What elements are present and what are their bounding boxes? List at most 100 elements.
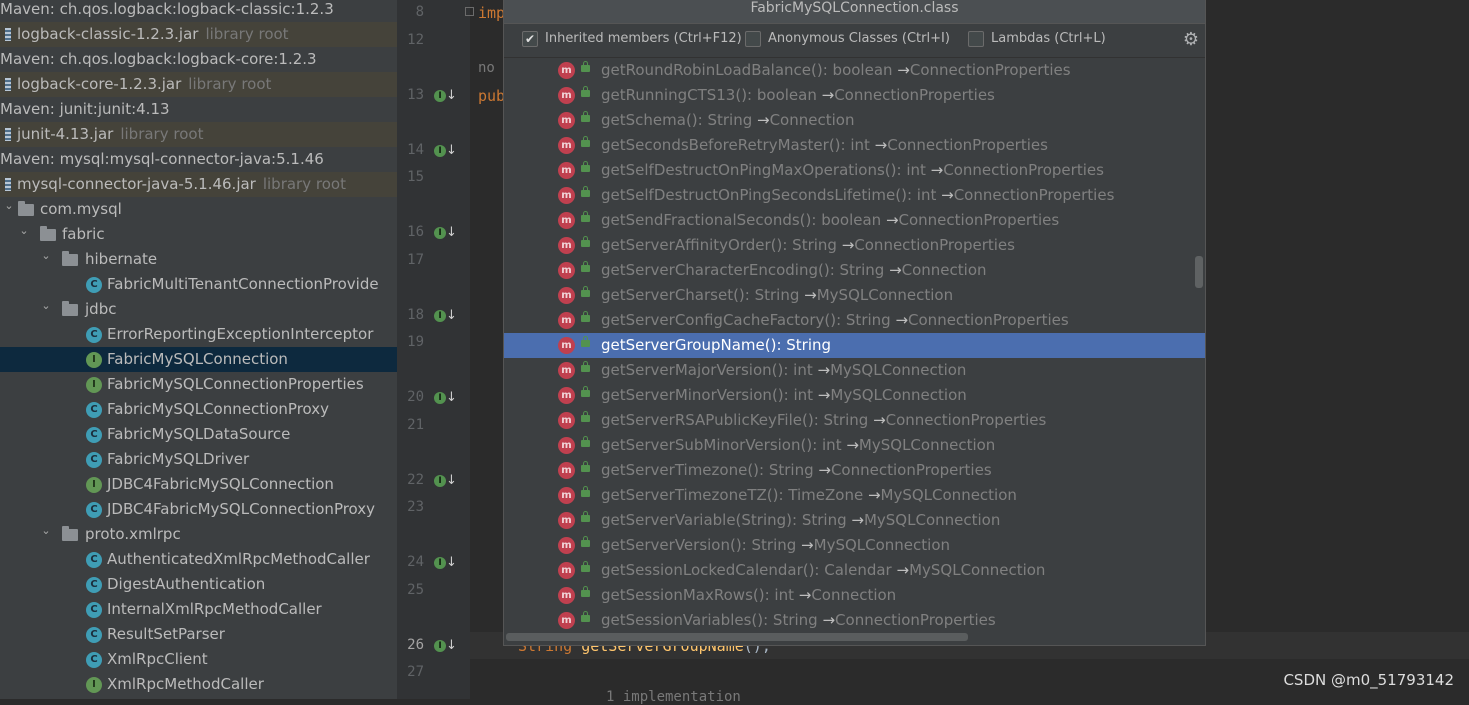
watermark: CSDN @m0_51793142: [1283, 671, 1454, 689]
checkbox-unchecked-icon[interactable]: [745, 30, 761, 47]
tree-item-package[interactable]: ⌄ proto.xmlrpc: [0, 522, 397, 547]
tree-item-library[interactable]: Maven: mysql:mysql-connector-java:5.1.46: [0, 147, 397, 172]
tree-item-class[interactable]: C InternalXmlRpcMethodCaller: [0, 597, 397, 622]
project-tree[interactable]: Maven: ch.qos.logback:logback-classic:1.…: [0, 0, 397, 699]
anonymous-classes-checkbox[interactable]: Anonymous Classes (Ctrl+I): [745, 30, 950, 48]
member-list-item[interactable]: m getServerSubMinorVersion(): int →MySQLC…: [504, 433, 1205, 458]
member-list-item[interactable]: m getServerMajorVersion(): int →MySQLConn…: [504, 358, 1205, 383]
tree-item-class[interactable]: I XmlRpcMethodCaller: [0, 672, 397, 697]
member-list-item[interactable]: m getSendFractionalSeconds(): boolean →Co…: [504, 208, 1205, 233]
member-list-item[interactable]: m getRunningCTS13(): boolean →ConnectionP…: [504, 83, 1205, 108]
member-list-item[interactable]: m getServerVersion(): String →MySQLConnec…: [504, 533, 1205, 558]
arrow-right-icon: →: [799, 286, 817, 304]
member-list[interactable]: m getRoundRobinLoadBalance(): boolean →Co…: [504, 58, 1205, 641]
chevron-down-icon[interactable]: ⌄: [18, 222, 30, 243]
file-structure-popup[interactable]: FabricMySQLConnection.class ✔ Inherited m…: [503, 0, 1206, 646]
member-list-item[interactable]: m getServerCharacterEncoding(): String →C…: [504, 258, 1205, 283]
line-number: 17: [407, 252, 424, 268]
member-list-item[interactable]: m getSelfDestructOnPingSecondsLifetime():…: [504, 183, 1205, 208]
vertical-scrollbar[interactable]: [1195, 256, 1203, 288]
tree-item-jar[interactable]: mysql-connector-java-5.1.46.jar library r…: [0, 172, 397, 197]
implemented-method-icon[interactable]: I ↓: [434, 225, 457, 240]
tree-item-class[interactable]: C ErrorReportingExceptionInterceptor: [0, 322, 397, 347]
member-list-item[interactable]: m getServerTimezoneTZ(): TimeZone →MySQLC…: [504, 483, 1205, 508]
method-icon: m: [558, 562, 575, 579]
implemented-method-icon[interactable]: I ↓: [434, 555, 457, 570]
library-root-hint: library root: [262, 175, 346, 193]
line-number: 24: [407, 554, 424, 570]
tree-item-class[interactable]: C JDBC4FabricMySQLConnectionProxy: [0, 497, 397, 522]
member-text: getSessionVariables(): String →Connectio…: [601, 608, 996, 633]
member-signature: getServerAffinityOrder(): String: [601, 236, 837, 254]
tree-item-class[interactable]: C AuthenticatedXmlRpcMethodCaller: [0, 547, 397, 572]
tree-item-class[interactable]: C ResultSetParser: [0, 622, 397, 647]
tree-item-package[interactable]: ⌄ jdbc: [0, 297, 397, 322]
method-icon: m: [558, 237, 575, 254]
library-root-hint: library root: [205, 25, 289, 43]
tree-item-class[interactable]: C DigestAuthentication: [0, 572, 397, 597]
tree-item-class[interactable]: I FabricMySQLConnection: [0, 347, 397, 372]
tree-item-library[interactable]: Maven: ch.qos.logback:logback-core:1.2.3: [0, 47, 397, 72]
chevron-down-icon[interactable]: ⌄: [3, 197, 15, 218]
checkbox-unchecked-icon[interactable]: [968, 30, 984, 47]
tree-item-jar[interactable]: junit-4.13.jar library root: [0, 122, 397, 147]
lock-icon: [581, 536, 590, 547]
tree-item-label: Maven: mysql:mysql-connector-java:5.1.46: [0, 150, 324, 168]
line-number: 18: [407, 307, 424, 323]
member-list-item[interactable]: m getServerVariable(String): String →MySQ…: [504, 508, 1205, 533]
implemented-method-icon[interactable]: I ↓: [434, 390, 457, 405]
gear-icon[interactable]: ⚙: [1183, 29, 1199, 50]
tree-item-jar[interactable]: logback-classic-1.2.3.jar library root: [0, 22, 397, 47]
implemented-method-icon[interactable]: I ↓: [434, 143, 457, 158]
tree-item-library[interactable]: Maven: ch.qos.logback:logback-classic:1.…: [0, 0, 397, 22]
tree-item-library[interactable]: Maven: junit:junit:4.13: [0, 97, 397, 122]
member-list-item[interactable]: m getSessionMaxRows(): int →Connection: [504, 583, 1205, 608]
member-list-item[interactable]: m getServerGroupName(): String: [504, 333, 1205, 358]
member-signature: getSchema(): String: [601, 111, 753, 129]
library-root-hint: library root: [188, 75, 272, 93]
member-list-item[interactable]: m getSessionVariables(): String →Connecti…: [504, 608, 1205, 633]
member-list-item[interactable]: m getServerAffinityOrder(): String →Conne…: [504, 233, 1205, 258]
chevron-down-icon[interactable]: ⌄: [40, 297, 52, 318]
member-list-item[interactable]: m getServerTimezone(): String →Connection…: [504, 458, 1205, 483]
member-list-item[interactable]: m getServerConfigCacheFactory(): String →…: [504, 308, 1205, 333]
member-list-item[interactable]: m getRoundRobinLoadBalance(): boolean →Co…: [504, 58, 1205, 83]
implemented-method-icon[interactable]: I ↓: [434, 473, 457, 488]
tree-item-class[interactable]: C FabricMySQLConnectionProxy: [0, 397, 397, 422]
tree-item-class[interactable]: C FabricMultiTenantConnectionProvide: [0, 272, 397, 297]
lock-icon: [581, 161, 590, 172]
tree-item-class[interactable]: C FabricMySQLDriver: [0, 447, 397, 472]
member-list-item[interactable]: m getServerMinorVersion(): int →MySQLConn…: [504, 383, 1205, 408]
member-list-item[interactable]: m getSelfDestructOnPingMaxOperations(): i…: [504, 158, 1205, 183]
tree-item-class[interactable]: I FabricMySQLConnectionProperties: [0, 372, 397, 397]
chevron-down-icon[interactable]: ⌄: [40, 247, 52, 268]
chevron-down-icon[interactable]: ⌄: [40, 522, 52, 543]
tree-item-package[interactable]: ⌄ fabric: [0, 222, 397, 247]
member-text: getServerVersion(): String →MySQLConnect…: [601, 533, 950, 558]
arrow-right-icon: →: [863, 486, 881, 504]
horizontal-scrollbar[interactable]: [506, 633, 968, 641]
implemented-method-icon[interactable]: I ↓: [434, 88, 457, 103]
fold-icon[interactable]: [465, 7, 474, 16]
tree-item-class[interactable]: C FabricMySQLDataSource: [0, 422, 397, 447]
member-origin: ConnectionProperties: [830, 461, 992, 479]
member-list-item[interactable]: m getSecondsBeforeRetryMaster(): int →Con…: [504, 133, 1205, 158]
implemented-method-icon[interactable]: I ↓: [434, 638, 457, 653]
member-text: getServerMinorVersion(): int →MySQLConne…: [601, 383, 967, 408]
implemented-method-icon[interactable]: I ↓: [434, 308, 457, 323]
member-origin: ConnectionProperties: [908, 311, 1069, 329]
inherited-members-checkbox[interactable]: ✔ Inherited members (Ctrl+F12): [522, 30, 742, 48]
member-list-item[interactable]: m getServerRSAPublicKeyFile(): String →Co…: [504, 408, 1205, 433]
tree-item-class[interactable]: C XmlRpcClient: [0, 647, 397, 672]
member-list-item[interactable]: m getServerCharset(): String →MySQLConnec…: [504, 283, 1205, 308]
tree-item-jar[interactable]: logback-core-1.2.3.jar library root: [0, 72, 397, 97]
tree-item-package[interactable]: ⌄ com.mysql: [0, 197, 397, 222]
tree-item-text: mysql-connector-java-5.1.46.jar: [17, 175, 256, 193]
tree-item-class[interactable]: I JDBC4FabricMySQLConnection: [0, 472, 397, 497]
lambdas-checkbox[interactable]: Lambdas (Ctrl+L): [968, 30, 1106, 48]
member-list-item[interactable]: m getSchema(): String →Connection: [504, 108, 1205, 133]
method-icon: m: [558, 262, 575, 279]
checkbox-checked-icon[interactable]: ✔: [522, 30, 538, 47]
tree-item-package[interactable]: ⌄ hibernate: [0, 247, 397, 272]
member-list-item[interactable]: m getSessionLockedCalendar(): Calendar →M…: [504, 558, 1205, 583]
